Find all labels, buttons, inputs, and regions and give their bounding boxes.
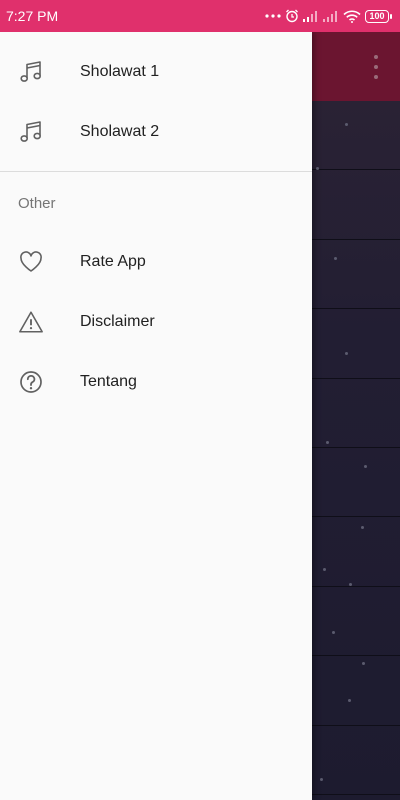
drawer-item-label: Tentang — [80, 373, 137, 390]
drawer-item-label: Disclaimer — [80, 313, 155, 330]
wifi-icon — [343, 10, 361, 23]
more-dots-icon — [265, 14, 281, 18]
battery-icon: 100 — [365, 9, 392, 23]
drawer-main-group: Sholawat 1 Sholawat 2 — [0, 32, 312, 162]
drawer-item-disclaimer[interactable]: Disclaimer — [0, 292, 312, 352]
drawer-item-tentang[interactable]: Tentang — [0, 352, 312, 412]
drawer-item-label: Sholawat 1 — [80, 63, 160, 80]
overflow-menu-icon[interactable] — [370, 55, 382, 79]
music-note-icon — [18, 59, 44, 85]
section-header-other: Other — [18, 194, 56, 212]
heart-icon — [18, 249, 44, 275]
drawer-item-label: Rate App — [80, 253, 146, 270]
warning-icon — [18, 309, 44, 335]
battery-level: 100 — [365, 9, 389, 23]
signal-icon — [323, 11, 337, 22]
help-circle-icon — [18, 369, 44, 395]
drawer-item-rate-app[interactable]: Rate App — [0, 232, 312, 292]
drawer-item-label: Sholawat 2 — [80, 123, 160, 140]
drawer-item-sholawat-1[interactable]: Sholawat 1 — [0, 42, 312, 102]
navigation-drawer: Sholawat 1 Sholawat 2 Other Rate App Dis… — [0, 32, 312, 800]
drawer-item-sholawat-2[interactable]: Sholawat 2 — [0, 102, 312, 162]
alarm-icon — [286, 9, 298, 23]
status-bar: 7:27 PM 100 — [0, 0, 400, 32]
music-note-icon — [18, 119, 44, 145]
status-icons: 100 — [265, 9, 392, 23]
signal-icon — [303, 11, 317, 22]
status-time: 7:27 PM — [6, 8, 59, 24]
